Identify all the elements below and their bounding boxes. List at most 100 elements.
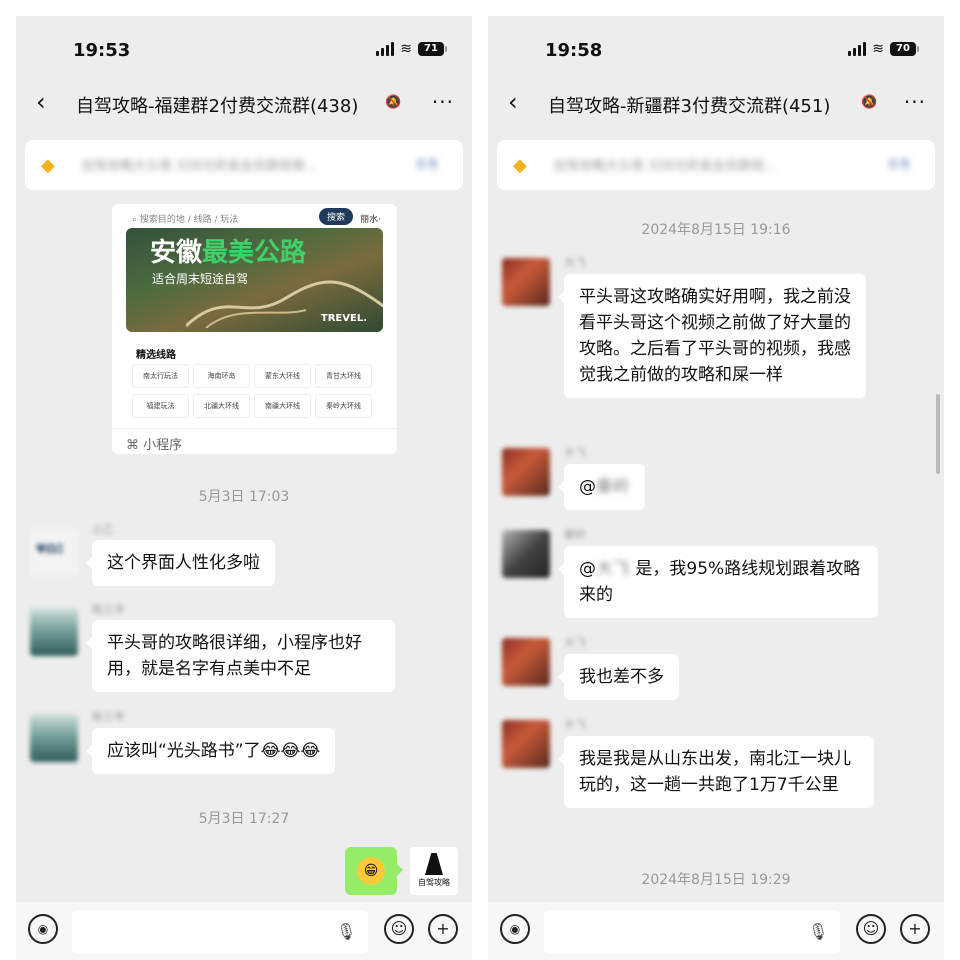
sender-name: 秦岭 xyxy=(564,528,586,541)
self-avatar[interactable]: 自驾攻略 xyxy=(410,847,458,895)
self-sticker-bubble[interactable]: 😁 xyxy=(345,847,403,895)
back-icon[interactable]: ‹ xyxy=(508,88,518,116)
mini-footer-divider xyxy=(112,428,397,429)
pinned-notice[interactable]: ◆ 自驾攻略大头哥 328元终身会员群规章... 查看 xyxy=(25,140,463,190)
mute-icon: 🔕 xyxy=(861,95,878,110)
mini-search-placeholder: ⌕ 搜索目的地 / 线路 / 玩法 xyxy=(132,215,239,225)
avatar[interactable] xyxy=(502,720,550,768)
message-bubble: 平头哥的攻略很详细，小程序也好用，就是名字有点美中不足 xyxy=(86,620,395,692)
mention-name: 秦岭 xyxy=(596,477,630,497)
mini-route-grid: 南太行玩法 海南环岛 蒙东大环线 青甘大环线 福建玩法 北疆大环线 南疆大环线 … xyxy=(132,364,372,418)
sender-name: 帐三丰 xyxy=(92,710,125,723)
message-input[interactable] xyxy=(72,910,368,954)
mini-search-button: 搜索 xyxy=(318,208,353,225)
chat-title: 自驾攻略-福建群2付费交流群(438) xyxy=(76,96,359,117)
input-bar: ◉ 🎙 ☺ + xyxy=(16,902,472,960)
banner-brand: TREVEL. xyxy=(320,313,367,324)
sender-name: 小乙 xyxy=(92,523,114,536)
mini-route: 蒙东大环线 xyxy=(254,364,311,388)
mini-route: 南太行玩法 xyxy=(132,364,189,388)
mini-route: 北疆大环线 xyxy=(193,394,250,418)
avatar[interactable] xyxy=(502,638,550,686)
avatar[interactable] xyxy=(30,608,78,656)
banner-title: 安徽最美公路 xyxy=(150,238,307,268)
avatar[interactable] xyxy=(502,530,550,578)
road-logo-icon xyxy=(425,853,443,875)
mention-symbol: @ xyxy=(579,477,596,497)
mini-route: 青甘大环线 xyxy=(315,364,372,388)
avatar[interactable] xyxy=(30,714,78,762)
mini-route: 海南环岛 xyxy=(193,364,250,388)
grin-sticker-icon: 😁 xyxy=(357,857,385,885)
notice-text: 自驾攻略大头哥 328元终身会员群规... xyxy=(553,159,777,174)
message-bubble: 这个界面人性化多啦 xyxy=(86,540,275,586)
wifi-icon: ≋ xyxy=(400,41,412,57)
notice-icon: ◆ xyxy=(513,155,527,176)
plus-icon[interactable]: + xyxy=(900,914,930,944)
status-time: 19:58 xyxy=(545,40,603,61)
message-text: 平头哥的攻略很详细，小程序也好用，就是名字有点美中不足 xyxy=(107,633,362,679)
mini-section-title: 精选线路 xyxy=(136,350,176,361)
mention-name: 大飞 xyxy=(596,559,630,579)
avatar[interactable] xyxy=(30,528,78,576)
chat-screen-right: 19:58 ≋ 70 ‹ 自驾攻略-新疆群3付费交流群(451) 🔕 ··· ◆… xyxy=(488,16,944,960)
mic-icon[interactable]: 🎙 xyxy=(808,922,828,941)
message-bubble: 我也差不多 xyxy=(558,654,679,700)
sender-name: 大飞 xyxy=(564,718,586,731)
more-icon[interactable]: ··· xyxy=(904,90,926,114)
avatar[interactable] xyxy=(502,448,550,496)
notice-tag[interactable]: 查看 xyxy=(887,155,911,172)
mic-icon[interactable]: 🎙 xyxy=(336,922,356,941)
mini-program-label: 小程序 xyxy=(143,438,183,453)
battery-icon: 70 xyxy=(890,42,919,56)
signal-icon xyxy=(376,42,395,56)
mini-search-location: 丽水· xyxy=(360,215,381,225)
notice-text: 自驾攻略大头哥 328元终身会员群规章... xyxy=(81,159,318,174)
input-bar: ◉ 🎙 ☺ + xyxy=(488,902,944,960)
message-text: 我也差不多 xyxy=(579,667,664,687)
emoji-icon[interactable]: ☺ xyxy=(384,914,414,944)
status-icons: ≋ 70 xyxy=(848,41,919,57)
message-text: 我是我是从山东出发，南北江一块儿玩的，这一趟一共跑了1万7千公里 xyxy=(579,749,851,795)
signal-icon xyxy=(848,42,867,56)
mention-symbol: @ xyxy=(579,559,596,579)
plus-icon[interactable]: + xyxy=(428,914,458,944)
mute-icon: 🔕 xyxy=(385,95,402,110)
message-input[interactable] xyxy=(544,910,840,954)
message-bubble: 我是我是从山东出发，南北江一块儿玩的，这一趟一共跑了1万7千公里 xyxy=(558,736,874,808)
scrollbar[interactable] xyxy=(936,394,940,474)
nav-bar: ‹ 自驾攻略-福建群2付费交流群(438) 🔕 ··· xyxy=(16,86,472,122)
notice-icon: ◆ xyxy=(41,155,55,176)
mini-route: 福建玩法 xyxy=(132,394,189,418)
mini-search-bar: ⌕ 搜索目的地 / 线路 / 玩法 搜索 丽水· xyxy=(126,204,383,230)
message-bubble: 平头哥这攻略确实好用啊，我之前没看平头哥这个视频之前做了好大量的攻略。之后看了平… xyxy=(558,274,866,398)
mini-route: 南疆大环线 xyxy=(254,394,311,418)
avatar[interactable] xyxy=(502,258,550,306)
message-bubble: @大飞 是，我95%路线规划跟着攻略来的 xyxy=(558,546,878,618)
more-icon[interactable]: ··· xyxy=(432,90,454,114)
status-bar: 19:53 ≋ 71 xyxy=(16,16,472,74)
back-icon[interactable]: ‹ xyxy=(36,88,46,116)
message-text: 应该叫“光头路书”了 xyxy=(107,741,261,761)
mini-program-icon: ⌘ xyxy=(126,438,139,453)
voice-icon[interactable]: ◉ xyxy=(28,914,58,944)
pinned-notice[interactable]: ◆ 自驾攻略大头哥 328元终身会员群规... 查看 xyxy=(497,140,935,190)
nav-bar: ‹ 自驾攻略-新疆群3付费交流群(451) 🔕 ··· xyxy=(488,86,944,122)
notice-tag[interactable]: 查看 xyxy=(415,155,439,172)
mini-program-card[interactable]: ⌕ 搜索目的地 / 线路 / 玩法 搜索 丽水· 安徽最美公路 适合周末短途自驾… xyxy=(112,204,397,454)
message-bubble: @秦岭 xyxy=(558,464,645,510)
chat-title: 自驾攻略-新疆群3付费交流群(451) xyxy=(548,96,831,117)
mini-banner: 安徽最美公路 适合周末短途自驾 TREVEL. xyxy=(126,228,383,332)
voice-icon[interactable]: ◉ xyxy=(500,914,530,944)
mini-footer: ⌘ 小程序 xyxy=(126,434,182,453)
status-bar: 19:58 ≋ 70 xyxy=(488,16,944,74)
message-bubble: 应该叫“光头路书”了😂😂😂 xyxy=(85,728,336,774)
status-icons: ≋ 71 xyxy=(376,41,447,57)
sender-name: 大飞 xyxy=(564,446,586,459)
sender-name: 大飞 xyxy=(564,256,586,269)
emoji-icon[interactable]: ☺ xyxy=(856,914,886,944)
timestamp: 2024年8月15日 19:16 xyxy=(641,222,791,238)
sender-name: 帐三丰 xyxy=(92,603,125,616)
message-text: 这个界面人性化多啦 xyxy=(107,553,260,573)
timestamp: 2024年8月15日 19:29 xyxy=(641,872,791,888)
